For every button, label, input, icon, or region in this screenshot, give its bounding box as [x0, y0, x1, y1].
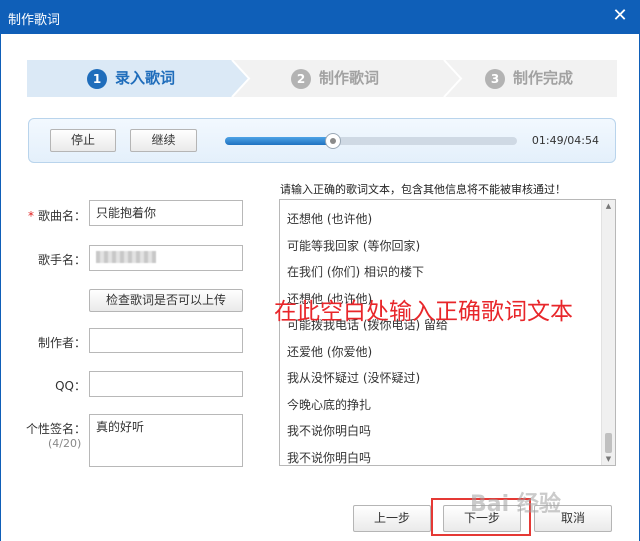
- progress-slider[interactable]: [225, 133, 517, 149]
- slider-thumb[interactable]: [325, 133, 342, 149]
- watermark: Bai 经验: [470, 492, 561, 517]
- singer-name-input[interactable]: [89, 245, 243, 271]
- blurred-singer-name: [96, 251, 156, 263]
- required-marker: *: [28, 209, 34, 223]
- progress-fill: [225, 137, 334, 145]
- song-name-label: * 歌曲名：: [28, 209, 87, 223]
- lyrics-instruction: 请输入正确的歌词文本，包含其他信息将不能被审核通过！: [280, 183, 566, 196]
- lyric-line: 还想他 (也许他): [287, 212, 373, 226]
- step-1-number: 1: [87, 68, 107, 89]
- author-input[interactable]: [89, 328, 243, 353]
- step-2: 2 制作歌词: [291, 60, 379, 97]
- step-indicator: 1 录入歌词 2 制作歌词 3 制作完成: [27, 60, 617, 97]
- lyric-line: 可能等我回家 (等你回家): [287, 239, 421, 253]
- scroll-thumb[interactable]: [605, 433, 612, 453]
- qq-input[interactable]: [89, 371, 243, 397]
- title-bar: 制作歌词 ✕: [0, 0, 640, 34]
- lyric-line: 我从没怀疑过 (没怀疑过): [287, 371, 421, 385]
- lyrics-textarea[interactable]: 还想他 (也许他) 可能等我回家 (等你回家) 在我们 (你们) 相识的楼下 还…: [279, 199, 616, 466]
- song-name-input[interactable]: 只能抱着你: [89, 200, 243, 226]
- previous-step-button[interactable]: 上一步: [353, 505, 431, 532]
- signature-input[interactable]: 真的好听: [89, 414, 243, 467]
- window-title: 制作歌词: [8, 13, 61, 28]
- check-lyrics-button[interactable]: 检查歌词是否可以上传: [89, 289, 243, 312]
- scroll-down-arrow-icon[interactable]: ▼: [602, 453, 615, 465]
- lyric-line: 我不说你明白吗: [287, 424, 372, 438]
- lyric-line: 还爱他 (你爱他): [287, 345, 373, 359]
- player-bar: 停止 继续 01:49/04:54: [28, 118, 616, 163]
- step-3-label: 制作完成: [513, 69, 574, 87]
- signature-label: 个性签名：: [25, 422, 86, 436]
- continue-button[interactable]: 继续: [130, 129, 197, 152]
- playback-time: 01:49/04:54: [531, 134, 599, 147]
- scroll-up-arrow-icon[interactable]: ▲: [602, 200, 615, 212]
- step-2-label: 制作歌词: [319, 69, 380, 87]
- author-label: 制作者：: [37, 336, 86, 350]
- step-1-label: 录入歌词: [115, 69, 176, 87]
- step-3-number: 3: [485, 68, 505, 89]
- lyrics-scrollbar[interactable]: ▲ ▼: [601, 200, 615, 465]
- step-2-number: 2: [291, 68, 311, 89]
- singer-name-label: 歌手名：: [37, 253, 86, 267]
- lyric-line: 在我们 (你们) 相识的楼下: [287, 265, 424, 279]
- stop-button[interactable]: 停止: [50, 129, 116, 152]
- signature-char-count: (4/20): [48, 437, 82, 450]
- window-border-left: [0, 34, 1, 541]
- step-3: 3 制作完成: [485, 60, 573, 97]
- annotation-overlay-text: 在此空白处输入正确歌词文本: [274, 299, 573, 325]
- lyric-line: 我不说你明白吗: [287, 451, 372, 465]
- lyric-line: 今晚心底的挣扎: [287, 398, 372, 412]
- step-1: 1 录入歌词: [87, 60, 175, 97]
- close-icon[interactable]: ✕: [610, 6, 630, 26]
- qq-label: QQ：: [55, 379, 86, 393]
